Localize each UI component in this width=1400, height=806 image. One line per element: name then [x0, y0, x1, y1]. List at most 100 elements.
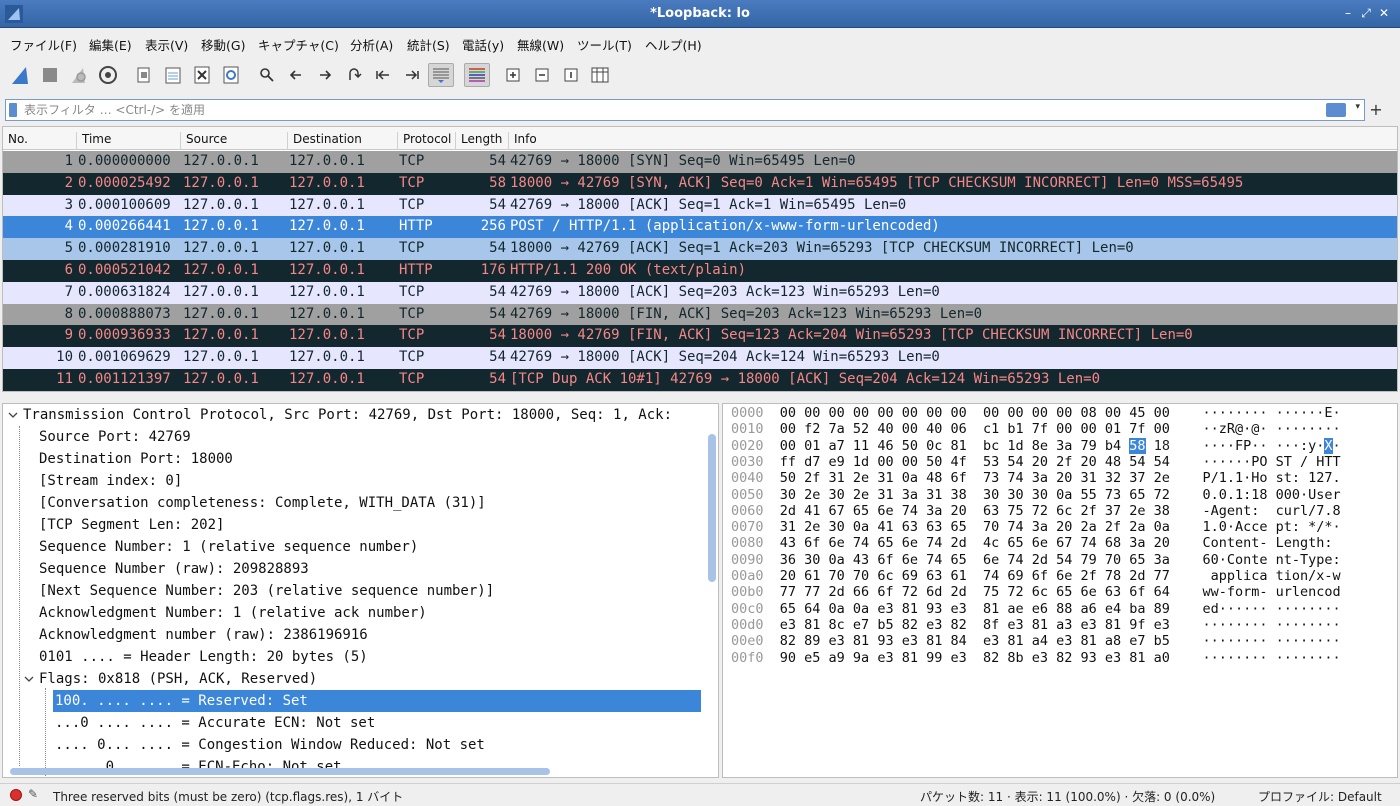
detail-acknowledgment-number[interactable]: Acknowledgment Number: 1 (relative ack n…: [39, 602, 427, 624]
resize-columns-icon[interactable]: [587, 63, 613, 87]
menu-telephony[interactable]: 電話(y): [462, 35, 504, 54]
hex-dump-line[interactable]: 0000 00 00 00 00 00 00 00 00 00 00 00 00…: [731, 405, 1341, 421]
close-file-icon[interactable]: [189, 63, 215, 87]
detail-destination-port[interactable]: Destination Port: 18000: [39, 448, 233, 470]
detail-segment-len[interactable]: [TCP Segment Len: 202]: [39, 514, 224, 536]
hex-dump-line[interactable]: 0030 ff d7 e9 1d 00 00 50 4f 53 54 20 2f…: [731, 454, 1341, 470]
chevron-down-icon[interactable]: ▾: [1355, 102, 1360, 112]
bookmark-icon[interactable]: [9, 103, 17, 117]
hex-dump-line[interactable]: 0060 2d 41 67 65 6e 74 3a 20 63 75 72 6c…: [731, 503, 1341, 519]
colorize-icon[interactable]: [464, 63, 490, 87]
normal-size-icon[interactable]: [558, 63, 584, 87]
packet-row[interactable]: 10 0.001069629 127.0.0.1 127.0.0.1 TCP 54 4276…: [3, 347, 1397, 370]
detail-sequence-number-raw[interactable]: Sequence Number (raw): 209828893: [39, 558, 309, 580]
expert-info-icon[interactable]: [10, 789, 22, 801]
menu-view[interactable]: 表示(V): [145, 35, 188, 54]
column-header-length[interactable]: Length: [456, 132, 509, 150]
detail-acknowledgment-number-raw[interactable]: Acknowledgment number (raw): 2386196916: [39, 624, 368, 646]
hex-bytes-second: bc 1d 8e 3a 79 b4: [982, 437, 1130, 454]
find-packet-icon[interactable]: [254, 63, 280, 87]
packet-row[interactable]: 4 0.000266441 127.0.0.1 127.0.0.1 HTTP 256 POS…: [3, 216, 1397, 239]
close-icon[interactable]: ✕: [1376, 5, 1392, 21]
restart-capture-icon[interactable]: [66, 63, 92, 87]
hex-dump-line[interactable]: 00d0 e3 81 8c e7 b5 82 e3 82 8f e3 81 a3…: [731, 617, 1341, 633]
detail-tcp-header[interactable]: Transmission Control Protocol, Src Port:…: [23, 404, 672, 426]
packet-row[interactable]: 7 0.000631824 127.0.0.1 127.0.0.1 TCP 54 42769…: [3, 281, 1397, 304]
add-filter-button-icon[interactable]: +: [1369, 100, 1383, 119]
column-header-protocol[interactable]: Protocol: [398, 132, 456, 150]
detail-source-port[interactable]: Source Port: 42769: [39, 426, 191, 448]
menu-help[interactable]: ヘルプ(H): [645, 35, 702, 54]
go-back-icon[interactable]: [283, 63, 309, 87]
hex-dump-line[interactable]: 00f0 90 e5 a9 9a e3 81 99 e3 82 8b e3 82…: [731, 650, 1341, 666]
menu-wireless[interactable]: 無線(W): [517, 35, 564, 54]
menu-file[interactable]: ファイル(F): [10, 35, 77, 54]
packet-row[interactable]: 6 0.000521042 127.0.0.1 127.0.0.1 HTTP 176 HTT…: [3, 260, 1397, 282]
hex-dump-line[interactable]: 0020 00 01 a7 11 46 50 0c 81 bc 1d 8e 3a…: [731, 437, 1341, 454]
detail-flag-accurate-ecn[interactable]: ...0 .... .... = Accurate ECN: Not set: [55, 712, 375, 734]
detail-next-sequence-number[interactable]: [Next Sequence Number: 203 (relative seq…: [39, 580, 494, 602]
hex-dump-line[interactable]: 00c0 65 64 0a 0a e3 81 93 e3 81 ae e6 88…: [731, 601, 1341, 617]
packet-row[interactable]: 5 0.000281910 127.0.0.1 127.0.0.1 TCP 54 18000…: [3, 238, 1397, 261]
packet-row[interactable]: 11 0.001121397 127.0.0.1 127.0.0.1 TCP 54 [TCP…: [3, 369, 1397, 391]
capture-options-icon[interactable]: [95, 63, 121, 87]
column-header-time[interactable]: Time: [77, 132, 181, 150]
packet-row[interactable]: 9 0.000936933 127.0.0.1 127.0.0.1 TCP 54 18000…: [3, 325, 1397, 348]
packet-row[interactable]: 2 0.000025492 127.0.0.1 127.0.0.1 TCP 58 18000…: [3, 172, 1397, 195]
packet-length: 256: [480, 218, 506, 235]
first-packet-icon[interactable]: [370, 63, 396, 87]
packet-row[interactable]: 8 0.000888073 127.0.0.1 127.0.0.1 TCP 54 42769…: [3, 303, 1397, 326]
zoom-out-icon[interactable]: [529, 63, 555, 87]
last-packet-icon[interactable]: [399, 63, 425, 87]
column-header-destination[interactable]: Destination: [288, 132, 398, 150]
status-profile[interactable]: プロファイル: Default: [1258, 788, 1382, 805]
menu-tools[interactable]: ツール(T): [577, 35, 632, 54]
detail-flags[interactable]: Flags: 0x818 (PSH, ACK, Reserved): [39, 668, 317, 690]
detail-stream-index[interactable]: [Stream index: 0]: [39, 470, 182, 492]
menu-capture[interactable]: キャプチャ(C): [258, 35, 339, 54]
menu-statistics[interactable]: 統計(S): [407, 35, 450, 54]
hex-dump-line[interactable]: 0080 43 6f 6e 74 65 6e 74 2d 4c 65 6e 67…: [731, 535, 1341, 551]
packet-row[interactable]: 3 0.000100609 127.0.0.1 127.0.0.1 TCP 54 42769…: [3, 194, 1397, 217]
chevron-down-icon[interactable]: [24, 675, 34, 683]
packet-row[interactable]: 1 0.000000000 127.0.0.1 127.0.0.1 TCP 54 42769…: [3, 151, 1397, 173]
hex-dump-line[interactable]: 00a0 20 61 70 70 6c 69 63 61 74 69 6f 6e…: [731, 568, 1341, 584]
apply-filter-icon[interactable]: [1326, 103, 1346, 117]
hex-offset: 00a0: [731, 568, 764, 584]
column-header-source[interactable]: Source: [181, 132, 288, 150]
display-filter-input[interactable]: [24, 101, 1314, 119]
stop-capture-icon[interactable]: [37, 63, 63, 87]
column-header-no[interactable]: No.: [3, 132, 77, 150]
menu-analyze[interactable]: 分析(A): [350, 35, 393, 54]
reload-file-icon[interactable]: [218, 63, 244, 87]
detail-conversation-completeness[interactable]: [Conversation completeness: Complete, WI…: [39, 492, 486, 514]
hex-dump-line[interactable]: 00e0 82 89 e3 81 93 e3 81 84 e3 81 a4 e3…: [731, 633, 1341, 649]
save-file-icon[interactable]: [160, 63, 186, 87]
hex-dump-line[interactable]: 0070 31 2e 30 0a 41 63 63 65 70 74 3a 20…: [731, 519, 1341, 535]
menu-edit[interactable]: 編集(E): [89, 35, 132, 54]
go-to-packet-icon[interactable]: [341, 63, 367, 87]
start-capture-icon[interactable]: [8, 63, 34, 87]
zoom-in-icon[interactable]: [500, 63, 526, 87]
horizontal-scrollbar[interactable]: [10, 768, 550, 775]
hex-dump-line[interactable]: 0050 30 2e 30 2e 31 3a 31 38 30 30 30 0a…: [731, 487, 1341, 503]
restore-icon[interactable]: ⤢: [1358, 5, 1374, 21]
hex-dump-line[interactable]: 0090 36 30 0a 43 6f 6e 74 65 6e 74 2d 54…: [731, 552, 1341, 568]
column-header-info[interactable]: Info: [509, 132, 1389, 150]
detail-sequence-number[interactable]: Sequence Number: 1 (relative sequence nu…: [39, 536, 418, 558]
chevron-down-icon[interactable]: [8, 411, 18, 419]
menu-go[interactable]: 移動(G): [201, 35, 245, 54]
hex-dump-line[interactable]: 00b0 77 77 2d 66 6f 72 6d 2d 75 72 6c 65…: [731, 584, 1341, 600]
detail-flag-cwr[interactable]: .... 0... .... = Congestion Window Reduc…: [55, 734, 485, 756]
hex-dump-line[interactable]: 0010 00 f2 7a 52 40 00 40 06 c1 b1 7f 00…: [731, 421, 1341, 437]
vertical-scrollbar[interactable]: [708, 434, 716, 582]
detail-header-length[interactable]: 0101 .... = Header Length: 20 bytes (5): [39, 646, 368, 668]
go-forward-icon[interactable]: [312, 63, 338, 87]
open-file-icon[interactable]: [131, 63, 157, 87]
minimize-icon[interactable]: –: [1340, 5, 1356, 21]
detail-flag-reserved[interactable]: 100. .... .... = Reserved: Set: [53, 690, 701, 712]
packet-info: 42769 → 18000 [SYN] Seq=0 Win=65495 Len=…: [510, 153, 856, 169]
edit-comment-icon[interactable]: ✎: [28, 787, 38, 801]
auto-scroll-icon[interactable]: [428, 63, 454, 87]
hex-dump-line[interactable]: 0040 50 2f 31 2e 31 0a 48 6f 73 74 3a 20…: [731, 470, 1341, 486]
